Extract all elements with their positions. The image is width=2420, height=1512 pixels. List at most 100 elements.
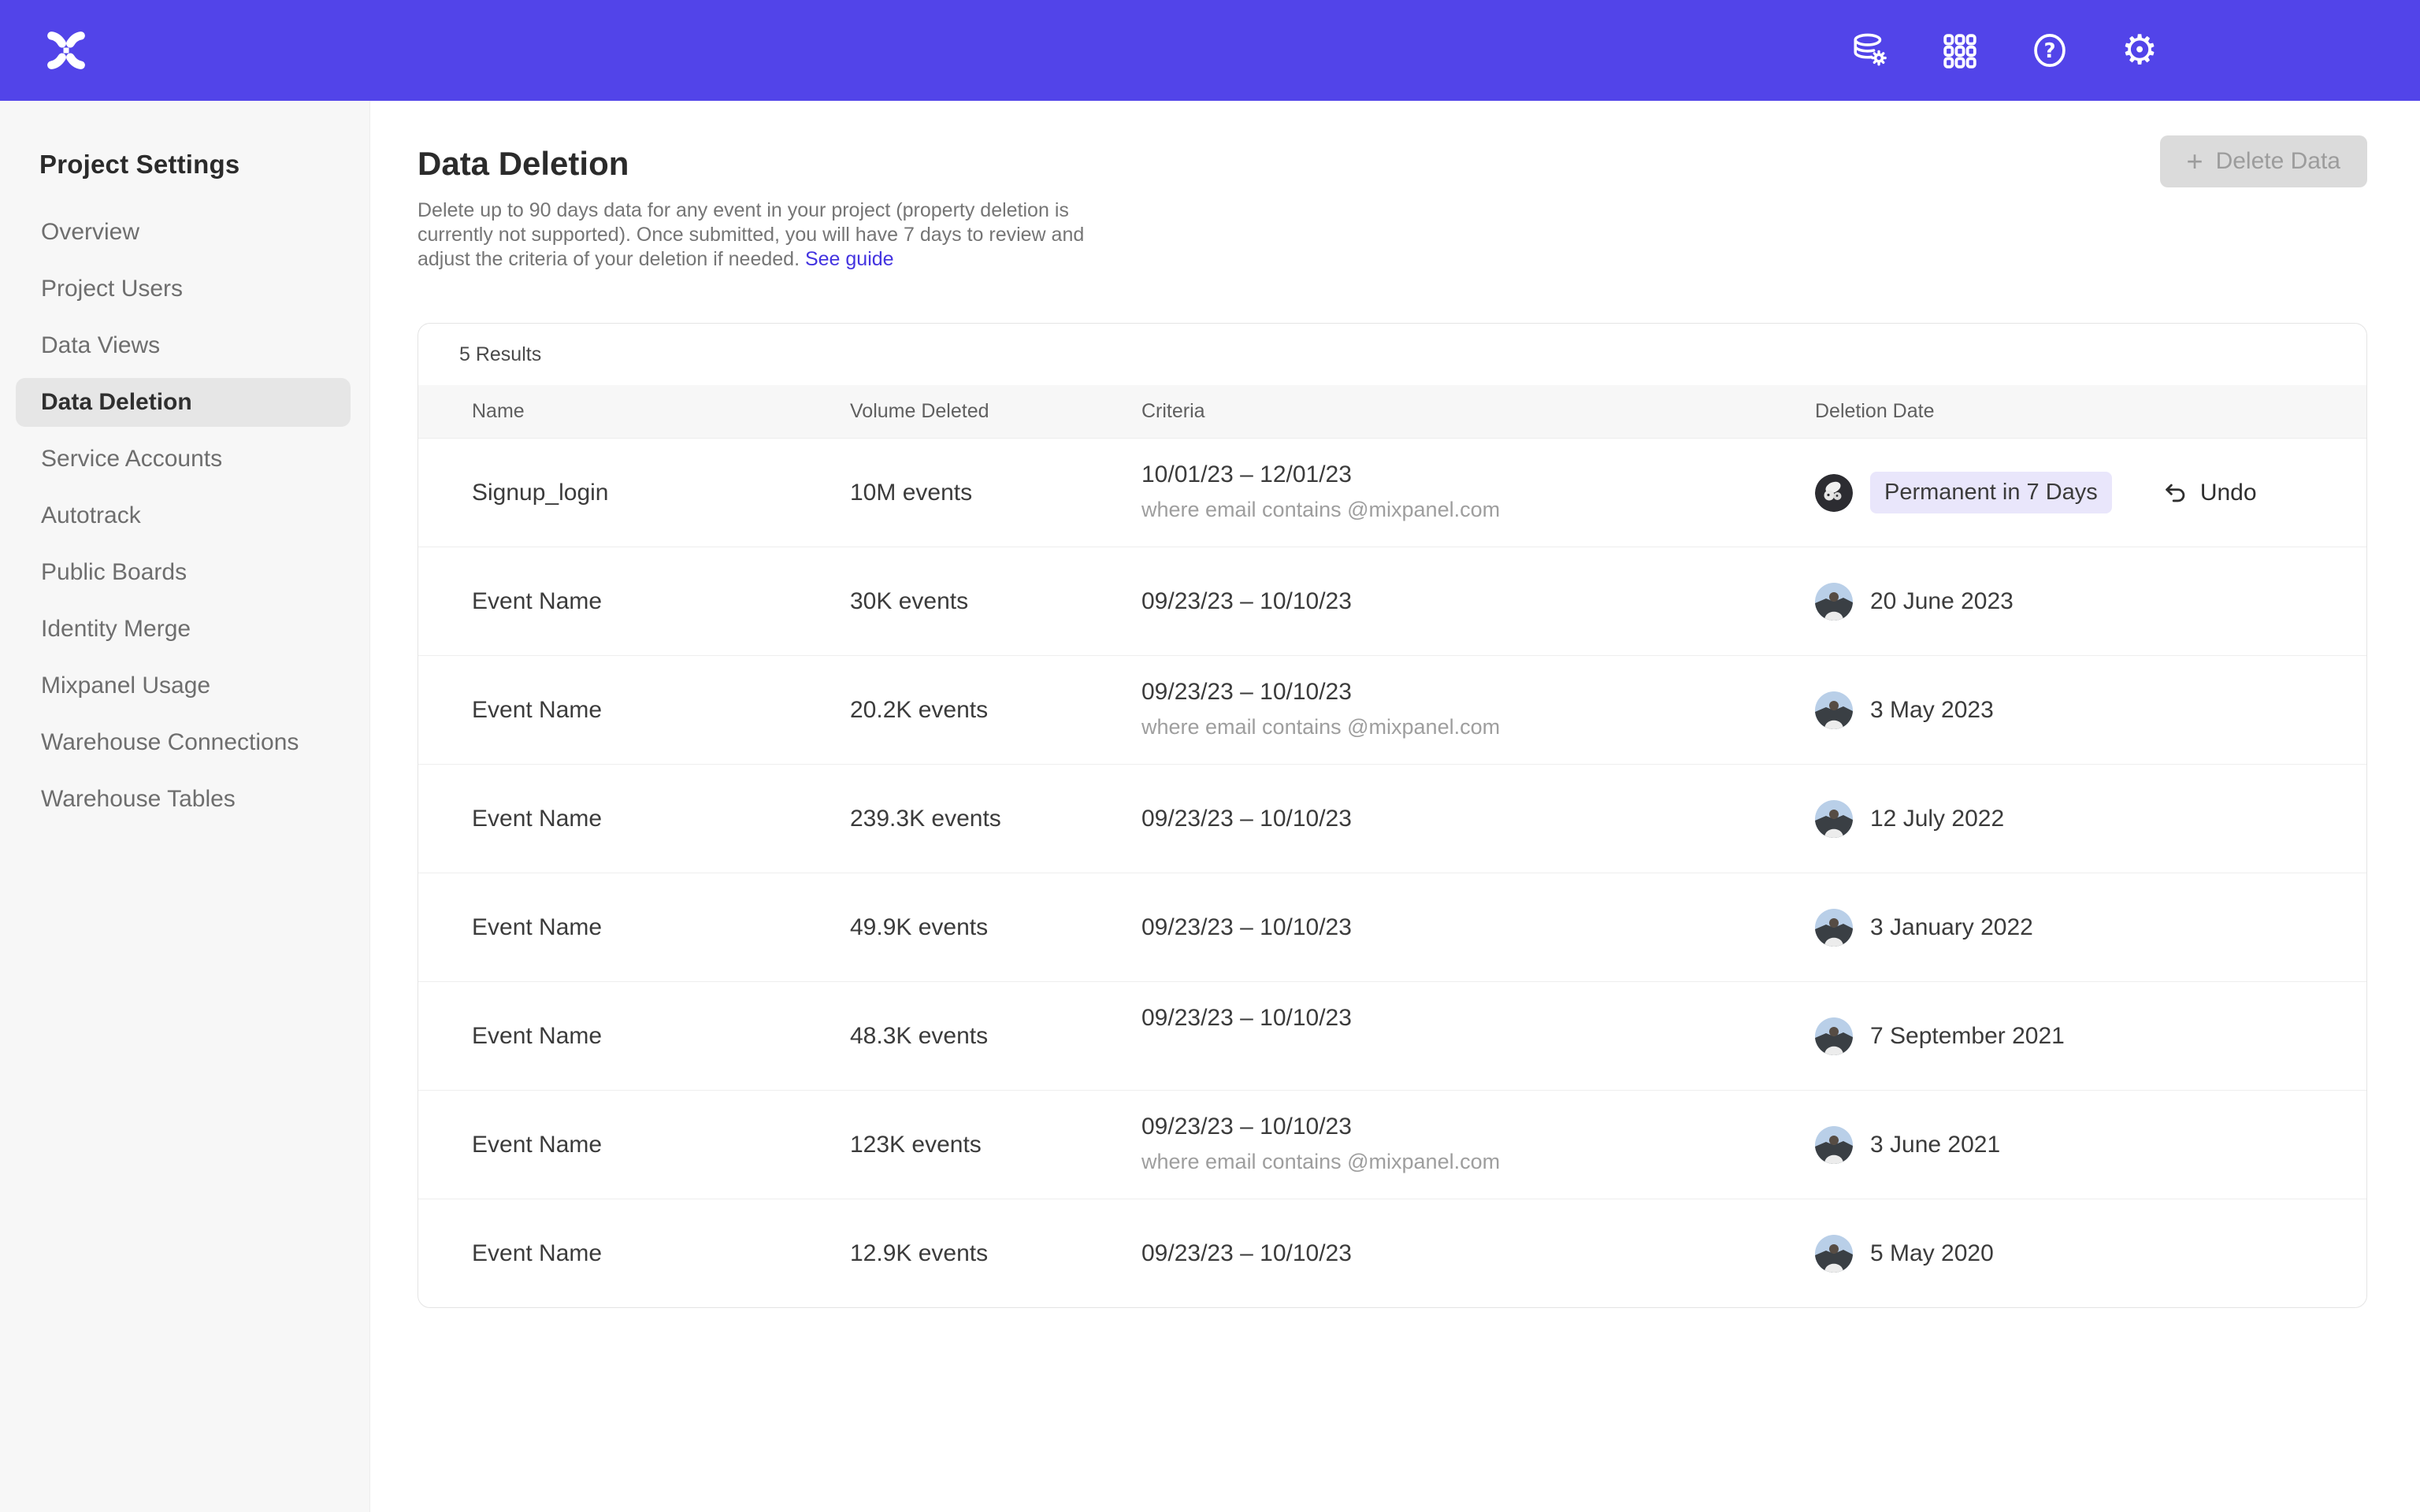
criteria-range: 10/01/23 – 12/01/23 [1141, 461, 1815, 488]
volume-deleted: 239.3K events [850, 806, 1141, 832]
deletion-date-cell: 3 January 2022 [1815, 909, 2366, 947]
page-description: Delete up to 90 days data for any event … [418, 198, 1111, 272]
sidebar-item-public-boards[interactable]: Public Boards [16, 548, 351, 597]
undo-icon [2162, 480, 2189, 506]
top-navigation-bar: ? ⚙ [0, 0, 2420, 101]
criteria-range: 09/23/23 – 10/10/23 [1141, 1240, 1815, 1267]
criteria-range: 09/23/23 – 10/10/23 [1141, 1114, 1815, 1140]
volume-deleted: 49.9K events [850, 914, 1141, 941]
undo-button[interactable]: Undo [2162, 480, 2257, 506]
mixpanel-logo[interactable] [44, 28, 88, 72]
criteria-cell: 09/23/23 – 10/10/23 where email contains… [1141, 1114, 1815, 1177]
avatar [1815, 800, 1853, 838]
criteria-range: 09/23/23 – 10/10/23 [1141, 914, 1815, 941]
criteria-range: 09/23/23 – 10/10/23 [1141, 588, 1815, 615]
avatar [1815, 691, 1853, 729]
volume-deleted: 10M events [850, 480, 1141, 506]
table-header-row: Name Volume Deleted Criteria Deletion Da… [418, 385, 2366, 438]
volume-deleted: 30K events [850, 588, 1141, 615]
event-name: Event Name [472, 1023, 850, 1050]
page-header: Data Deletion Delete up to 90 days data … [370, 101, 2420, 272]
deletion-date-cell: 12 July 2022 [1815, 800, 2366, 838]
avatar [1815, 474, 1853, 512]
criteria-filter: where email contains @mixpanel.com [1141, 715, 1815, 742]
deletion-date-cell: 5 May 2020 [1815, 1235, 2366, 1273]
sidebar-item-autotrack[interactable]: Autotrack [16, 491, 351, 540]
deletion-date-cell: 7 September 2021 [1815, 1017, 2366, 1055]
table-row: Event Name 12.9K events 09/23/23 – 10/10… [418, 1199, 2366, 1307]
criteria-range: 09/23/23 – 10/10/23 [1141, 1005, 1815, 1032]
sidebar-item-warehouse-tables[interactable]: Warehouse Tables [16, 775, 351, 824]
volume-deleted: 48.3K events [850, 1023, 1141, 1050]
sidebar-item-identity-merge[interactable]: Identity Merge [16, 605, 351, 654]
sidebar-item-project-users[interactable]: Project Users [16, 265, 351, 313]
deletion-date: 3 January 2022 [1870, 914, 2033, 941]
event-name: Event Name [472, 1132, 850, 1158]
volume-deleted: 20.2K events [850, 697, 1141, 724]
sidebar-nav: Overview Project Users Data Views Data D… [0, 208, 369, 824]
avatar [1815, 1235, 1853, 1273]
mixpanel-logo-icon [44, 28, 88, 72]
sidebar-item-data-views[interactable]: Data Views [16, 321, 351, 370]
criteria-cell: 09/23/23 – 10/10/23 [1141, 806, 1815, 832]
avatar [1815, 909, 1853, 947]
criteria-cell: 09/23/23 – 10/10/23 where email contains… [1141, 679, 1815, 742]
column-header-criteria: Criteria [1141, 400, 1815, 423]
criteria-filter: where email contains @mixpanel.com [1141, 1150, 1815, 1177]
criteria-range: 09/23/23 – 10/10/23 [1141, 679, 1815, 706]
criteria-filter: where email contains @mixpanel.com [1141, 498, 1815, 524]
table-row: Event Name 20.2K events 09/23/23 – 10/10… [418, 655, 2366, 764]
criteria-cell: 10/01/23 – 12/01/23 where email contains… [1141, 461, 1815, 524]
criteria-cell: 09/23/23 – 10/10/23 [1141, 588, 1815, 615]
criteria-cell: 09/23/23 – 10/10/23 [1141, 1005, 1815, 1068]
sidebar-title: Project Settings [39, 150, 369, 180]
deletion-date-cell: 20 June 2023 [1815, 583, 2366, 621]
table-row: Event Name 48.3K events 09/23/23 – 10/10… [418, 981, 2366, 1090]
deletion-date-cell: 3 June 2021 [1815, 1126, 2366, 1164]
sidebar-item-overview[interactable]: Overview [16, 208, 351, 257]
deletion-date: 3 June 2021 [1870, 1132, 2000, 1158]
page-description-text: Delete up to 90 days data for any event … [418, 199, 1084, 270]
deletion-results-card: 5 Results Name Volume Deleted Criteria D… [418, 323, 2367, 1308]
column-header-deletion-date: Deletion Date [1815, 400, 2366, 423]
deletion-date: 3 May 2023 [1870, 697, 1994, 724]
table-row: Event Name 49.9K events 09/23/23 – 10/10… [418, 873, 2366, 981]
project-settings-sidebar: Project Settings Overview Project Users … [0, 101, 370, 1512]
sidebar-item-service-accounts[interactable]: Service Accounts [16, 435, 351, 484]
sidebar-item-mixpanel-usage[interactable]: Mixpanel Usage [16, 662, 351, 710]
criteria-filter [1141, 1041, 1815, 1068]
sidebar-item-warehouse-connections[interactable]: Warehouse Connections [16, 718, 351, 767]
deletion-date: 7 September 2021 [1870, 1023, 2065, 1050]
volume-deleted: 12.9K events [850, 1240, 1141, 1267]
data-settings-icon[interactable] [1848, 28, 1892, 72]
delete-data-button[interactable]: + Delete Data [2160, 135, 2367, 187]
event-name: Event Name [472, 914, 850, 941]
plus-icon: + [2187, 147, 2203, 176]
sidebar-item-data-deletion[interactable]: Data Deletion [16, 378, 351, 427]
event-name: Event Name [472, 588, 850, 615]
settings-gear-icon[interactable]: ⚙ [2118, 28, 2162, 72]
results-count: 5 Results [418, 324, 2366, 385]
topbar-icon-group: ? ⚙ [1848, 0, 2162, 101]
criteria-cell: 09/23/23 – 10/10/23 [1141, 914, 1815, 941]
table-row: Event Name 239.3K events 09/23/23 – 10/1… [418, 764, 2366, 873]
avatar [1815, 583, 1853, 621]
status-badge: Permanent in 7 Days [1870, 472, 2112, 513]
page-title: Data Deletion [418, 145, 2420, 183]
table-row: Event Name 123K events 09/23/23 – 10/10/… [418, 1090, 2366, 1199]
svg-text:?: ? [2043, 39, 2055, 63]
volume-deleted: 123K events [850, 1132, 1141, 1158]
event-name: Event Name [472, 697, 850, 724]
column-header-volume: Volume Deleted [850, 400, 1141, 423]
help-icon[interactable]: ? [2028, 28, 2072, 72]
criteria-cell: 09/23/23 – 10/10/23 [1141, 1240, 1815, 1267]
event-name: Signup_login [472, 480, 850, 506]
deletion-date-cell: Permanent in 7 Days Undo [1815, 472, 2366, 513]
event-name: Event Name [472, 1240, 850, 1267]
see-guide-link[interactable]: See guide [805, 248, 894, 270]
criteria-range: 09/23/23 – 10/10/23 [1141, 806, 1815, 832]
table-row: Event Name 30K events 09/23/23 – 10/10/2… [418, 547, 2366, 655]
apps-grid-icon[interactable] [1938, 28, 1982, 72]
deletion-date: 5 May 2020 [1870, 1240, 1994, 1267]
deletion-date: 20 June 2023 [1870, 588, 2014, 615]
